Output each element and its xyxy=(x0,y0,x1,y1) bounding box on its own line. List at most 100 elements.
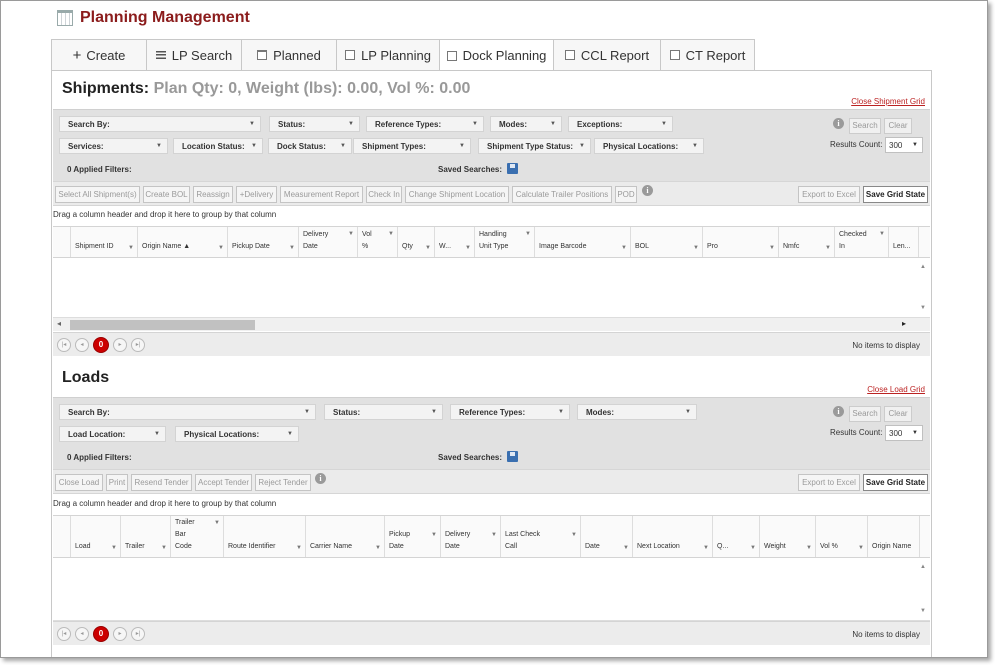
column-header-date[interactable]: Date ▼ xyxy=(581,516,633,557)
load-modes-dropdown[interactable]: Modes: ▼ xyxy=(577,404,697,420)
column-header-weight[interactable]: W... ▼ xyxy=(435,227,475,257)
column-header-next-location[interactable]: Next Location ▼ xyxy=(633,516,713,557)
column-header-checked-in[interactable]: Checked In ▼ xyxy=(835,227,889,257)
shipment-types-dropdown[interactable]: Shipment Types: ▼ xyxy=(353,138,471,154)
tab-ct-report[interactable]: CT Report xyxy=(660,39,755,70)
column-header-pickup-date[interactable]: Pickup Date ▼ xyxy=(228,227,299,257)
column-header-origin-name[interactable]: Origin Name ▲ ▼ xyxy=(138,227,228,257)
prev-page-button[interactable]: ◂ xyxy=(75,338,89,352)
load-location-dropdown[interactable]: Load Location: ▼ xyxy=(59,426,166,442)
load-status-dropdown[interactable]: Status: ▼ xyxy=(324,404,443,420)
scroll-left-icon[interactable]: ◂ xyxy=(57,319,61,328)
modes-dropdown[interactable]: Modes: ▼ xyxy=(490,116,562,132)
column-header-pro[interactable]: Pro ▼ xyxy=(703,227,779,257)
column-header-handling-unit-type[interactable]: Handling Unit Type ▼ xyxy=(475,227,535,257)
load-grid-body[interactable]: ▲ ▼ xyxy=(53,558,930,621)
load-search-button[interactable]: Search xyxy=(849,406,881,422)
column-header-select[interactable] xyxy=(53,516,71,557)
dock-status-dropdown[interactable]: Dock Status: ▼ xyxy=(268,138,352,154)
tab-planned[interactable]: Planned xyxy=(241,39,337,70)
tab-lp-planning[interactable]: LP Planning xyxy=(336,39,440,70)
first-page-button[interactable]: |◂ xyxy=(57,627,71,641)
column-header-bol[interactable]: BOL ▼ xyxy=(631,227,703,257)
column-header-trailer[interactable]: Trailer ▼ xyxy=(121,516,171,557)
reference-types-dropdown[interactable]: Reference Types: ▼ xyxy=(366,116,484,132)
load-results-count-select[interactable]: 300 ▼ xyxy=(885,425,923,441)
column-header-vol-pct[interactable]: Vol % ▼ xyxy=(358,227,398,257)
tab-lp-search[interactable]: LP Search xyxy=(146,39,242,70)
close-load-grid-link[interactable]: Close Load Grid xyxy=(867,385,925,394)
exceptions-dropdown[interactable]: Exceptions: ▼ xyxy=(568,116,673,132)
prev-page-button[interactable]: ◂ xyxy=(75,627,89,641)
save-icon[interactable] xyxy=(507,163,518,174)
column-header-nmfc[interactable]: Nmfc ▼ xyxy=(779,227,835,257)
shipment-type-status-dropdown[interactable]: Shipment Type Status: ▼ xyxy=(478,138,591,154)
column-header-route-identifier[interactable]: Route Identifier ▼ xyxy=(224,516,306,557)
column-header-trailer-bar-code[interactable]: Trailer Bar Code ▼ xyxy=(171,516,224,557)
column-header-qty[interactable]: Qty ▼ xyxy=(398,227,435,257)
column-header-length[interactable]: Len... xyxy=(889,227,919,257)
scroll-thumb[interactable] xyxy=(70,320,255,330)
load-clear-button[interactable]: Clear xyxy=(884,406,912,422)
accept-tender-button[interactable]: Accept Tender xyxy=(195,474,252,491)
load-reference-types-dropdown[interactable]: Reference Types: ▼ xyxy=(450,404,570,420)
column-header-load[interactable]: Load ▼ xyxy=(71,516,121,557)
column-header-pickup-date[interactable]: Pickup Date ▼ xyxy=(385,516,441,557)
column-header-carrier-name[interactable]: Carrier Name ▼ xyxy=(306,516,385,557)
save-grid-state-button[interactable]: Save Grid State xyxy=(863,186,928,203)
reject-tender-button[interactable]: Reject Tender xyxy=(255,474,311,491)
services-dropdown[interactable]: Services: ▼ xyxy=(59,138,168,154)
horizontal-scrollbar[interactable]: ◂ ▸ xyxy=(53,318,930,331)
page-number[interactable]: 0 xyxy=(93,626,109,642)
tab-ccl-report[interactable]: CCL Report xyxy=(553,39,661,70)
column-header-delivery-date[interactable]: Delivery Date ▼ xyxy=(441,516,501,557)
info-icon[interactable]: i xyxy=(315,473,326,484)
search-by-dropdown[interactable]: Search By: ▼ xyxy=(59,116,261,132)
page-number[interactable]: 0 xyxy=(93,337,109,353)
column-header-delivery-date[interactable]: Delivery Date ▼ xyxy=(299,227,358,257)
load-save-grid-state-button[interactable]: Save Grid State xyxy=(863,474,928,491)
next-page-button[interactable]: ▸ xyxy=(113,338,127,352)
scroll-right-icon[interactable]: ▸ xyxy=(902,319,906,328)
tab-create[interactable]: + Create xyxy=(51,39,147,70)
info-icon[interactable]: i xyxy=(833,406,844,417)
status-dropdown[interactable]: Status: ▼ xyxy=(269,116,360,132)
load-export-to-excel-button[interactable]: Export to Excel xyxy=(798,474,860,491)
reassign-button[interactable]: Reassign xyxy=(193,186,233,203)
column-header-qty[interactable]: Q... ▼ xyxy=(713,516,760,557)
last-page-button[interactable]: ▸| xyxy=(131,338,145,352)
column-header-origin-name[interactable]: Origin Name xyxy=(868,516,920,557)
next-page-button[interactable]: ▸ xyxy=(113,627,127,641)
location-status-dropdown[interactable]: Location Status: ▼ xyxy=(173,138,263,154)
info-icon[interactable]: i xyxy=(833,118,844,129)
results-count-select[interactable]: 300 ▼ xyxy=(885,137,923,153)
tab-dock-planning[interactable]: Dock Planning xyxy=(439,39,554,71)
check-in-button[interactable]: Check In xyxy=(366,186,402,203)
vertical-scrollbar[interactable]: ▲ ▼ xyxy=(917,558,930,620)
change-shipment-location-button[interactable]: Change Shipment Location xyxy=(405,186,509,203)
pod-button[interactable]: POD xyxy=(615,186,637,203)
export-to-excel-button[interactable]: Export to Excel xyxy=(798,186,860,203)
column-header-weight[interactable]: Weight ▼ xyxy=(760,516,816,557)
column-header-shipment-id[interactable]: Shipment ID ▼ xyxy=(71,227,138,257)
load-physical-locations-dropdown[interactable]: Physical Locations: ▼ xyxy=(175,426,299,442)
info-icon[interactable]: i xyxy=(642,185,653,196)
measurement-report-button[interactable]: Measurement Report xyxy=(280,186,363,203)
column-header-last-check-call[interactable]: Last Check Call ▼ xyxy=(501,516,581,557)
column-header-image-barcode[interactable]: Image Barcode ▼ xyxy=(535,227,631,257)
save-icon[interactable] xyxy=(507,451,518,462)
search-button[interactable]: Search xyxy=(849,118,881,134)
shipment-grid-body[interactable]: ▲ ▼ xyxy=(53,258,930,318)
add-delivery-button[interactable]: +Delivery xyxy=(236,186,277,203)
print-button[interactable]: Print xyxy=(106,474,128,491)
create-bol-button[interactable]: Create BOL xyxy=(143,186,190,203)
physical-locations-dropdown[interactable]: Physical Locations: ▼ xyxy=(594,138,704,154)
column-header-select[interactable] xyxy=(53,227,71,257)
first-page-button[interactable]: |◂ xyxy=(57,338,71,352)
close-shipment-grid-link[interactable]: Close Shipment Grid xyxy=(851,97,925,106)
load-search-by-dropdown[interactable]: Search By: ▼ xyxy=(59,404,316,420)
clear-button[interactable]: Clear xyxy=(884,118,912,134)
column-header-vol-pct[interactable]: Vol % ▼ xyxy=(816,516,868,557)
select-all-shipments-button[interactable]: Select All Shipment(s) xyxy=(55,186,140,203)
resend-tender-button[interactable]: Resend Tender xyxy=(131,474,192,491)
